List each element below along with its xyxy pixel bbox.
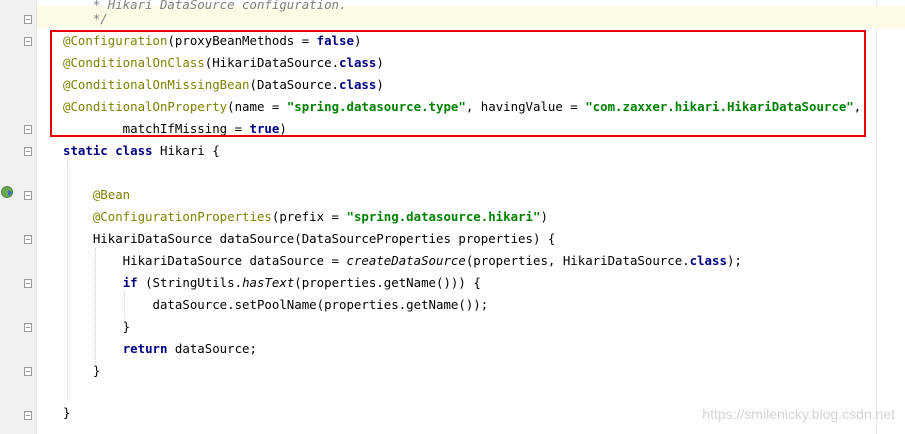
code-token: (properties, HikariDataSource.	[465, 253, 690, 268]
watermark: https://smilenicky.blog.csdn.net	[702, 406, 895, 422]
code-line-return-statement[interactable]: return dataSource;	[63, 338, 257, 360]
code-line-create-datasource[interactable]: HikariDataSource dataSource = createData…	[63, 250, 742, 272]
code-line-if-close[interactable]: }	[63, 316, 130, 338]
code-token: (properties.getName())) {	[294, 275, 481, 290]
code-token: hasText	[242, 275, 295, 290]
code-line-comment-end[interactable]: */	[63, 8, 108, 30]
code-token: "spring.datasource.hikari"	[346, 209, 541, 224]
code-token: @Bean	[63, 187, 131, 202]
code-line-method-signature[interactable]: HikariDataSource dataSource(DataSourcePr…	[63, 228, 556, 250]
code-token: HikariDataSource dataSource =	[63, 253, 347, 268]
code-token: if	[122, 275, 146, 290]
code-line-class-declaration[interactable]: static class Hikari {	[63, 140, 220, 162]
code-token: class	[689, 253, 727, 268]
code-line-annotation-configuration-properties[interactable]: @ConfigurationProperties(prefix = "sprin…	[63, 206, 548, 228]
code-token: (StringUtils.	[145, 275, 243, 290]
code-token: @ConfigurationProperties	[63, 209, 272, 224]
code-token: (prefix =	[271, 209, 347, 224]
code-token: */	[63, 11, 108, 26]
code-line-class-close[interactable]: }	[63, 402, 70, 424]
code-line-annotation-bean[interactable]: @Bean	[63, 184, 130, 206]
code-token: return	[122, 341, 175, 356]
code-token: )	[540, 209, 548, 224]
code-token: }	[63, 405, 71, 420]
code-token: }	[63, 363, 101, 378]
code-line-method-close[interactable]: }	[63, 360, 100, 382]
code-token: Hikari {	[159, 143, 220, 158]
code-line-set-pool-name[interactable]: dataSource.setPoolName(properties.getNam…	[63, 294, 489, 316]
code-token: static class	[63, 143, 160, 158]
code-token: }	[63, 319, 131, 334]
code-token: createDataSource	[346, 253, 466, 268]
code-token: dataSource.setPoolName(properties.getNam…	[63, 297, 489, 312]
highlight-box	[50, 30, 866, 137]
code-token: dataSource;	[174, 341, 257, 356]
code-token: HikariDataSource dataSource(DataSourcePr…	[63, 231, 556, 246]
code-token: );	[726, 253, 742, 268]
code-line-if-has-text[interactable]: if (StringUtils.hasText(properties.getNa…	[63, 272, 481, 294]
